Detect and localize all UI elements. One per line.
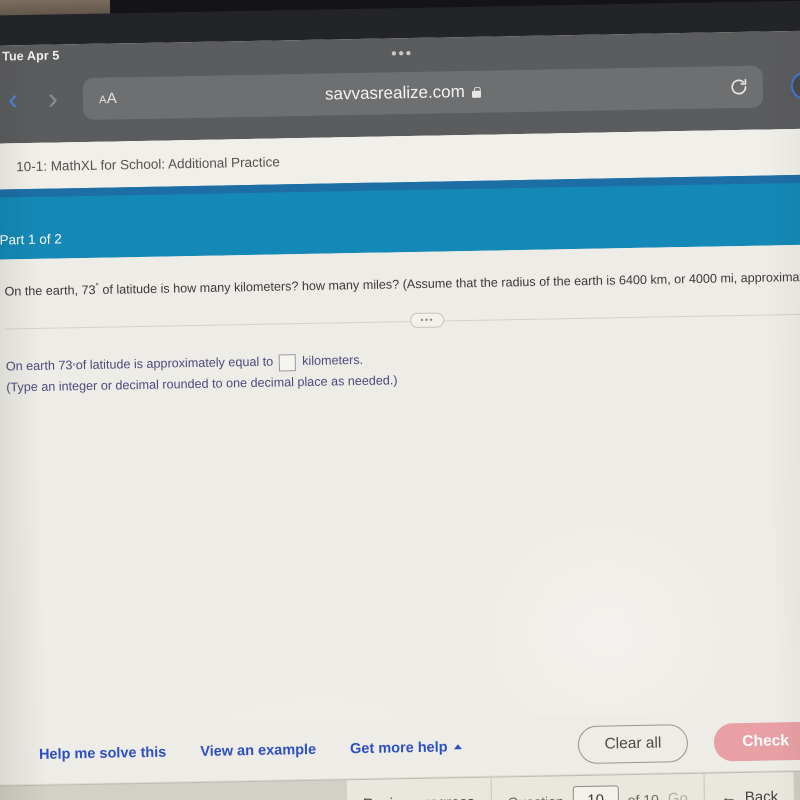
downloads-button[interactable] (779, 71, 800, 101)
help-me-solve-this-link[interactable]: Help me solve this (39, 744, 167, 762)
address-bar-url-row: savvasrealize.com (83, 77, 763, 109)
answer-text-mid: of latitude is approximately equal to (75, 355, 274, 373)
problem-divider: ••• (5, 306, 800, 337)
caret-up-icon (453, 744, 462, 750)
review-progress-button[interactable]: Review progress (345, 777, 492, 800)
question-statement: On the earth, 73° of latitude is how man… (4, 267, 800, 301)
answer-block: On earth 73 ° of latitude is approximatel… (6, 342, 800, 394)
help-me-solve-this-label: Help me solve this (38, 744, 167, 763)
status-bar-date: Tue Apr 5 (2, 48, 60, 64)
back-button[interactable]: ← Back (703, 772, 795, 800)
part-indicator: Part 1 of 2 (0, 231, 62, 248)
chevron-left-icon[interactable]: ‹ (0, 83, 33, 116)
view-an-example-label: View an example (200, 741, 317, 760)
tablet-screen: Tue Apr 5 ••• ‹ › AA savvasrealize.com 1… (0, 30, 800, 800)
answer-input[interactable] (279, 353, 297, 372)
address-bar-url: savvasrealize.com (324, 82, 465, 104)
help-row-spacer (496, 745, 578, 747)
review-progress-label: Review progress (363, 794, 475, 800)
get-more-help-label: Get more help (349, 738, 448, 757)
multitasking-dots-icon[interactable]: ••• (391, 45, 413, 62)
answer-text-pre: On earth 73 (5, 358, 73, 374)
go-button[interactable]: Go (668, 790, 688, 800)
divider-dots-icon[interactable]: ••• (410, 312, 445, 329)
address-bar[interactable]: AA savvasrealize.com (82, 65, 764, 121)
get-more-help-link[interactable]: Get more help (350, 739, 462, 757)
problem-area: On the earth, 73° of latitude is how man… (0, 244, 800, 395)
arrow-left-icon: ← (720, 788, 737, 800)
lock-icon (472, 86, 481, 97)
answer-text-post: kilometers. (302, 353, 364, 369)
question-label: Question (508, 793, 564, 800)
question-text-post: of latitude is how many kilometers? how … (98, 269, 800, 297)
page-body: 10-1: MathXL for School: Additional Prac… (0, 128, 800, 800)
chevron-right-icon[interactable]: › (33, 82, 74, 115)
reload-icon[interactable] (729, 77, 749, 97)
clear-all-button[interactable]: Clear all (577, 723, 689, 764)
text-size-button[interactable]: AA (99, 90, 118, 107)
divider-line (5, 314, 800, 330)
safari-browser-chrome: Tue Apr 5 ••• ‹ › AA savvasrealize.com (0, 30, 800, 144)
breadcrumb: 10-1: MathXL for School: Additional Prac… (16, 153, 280, 174)
question-navigator: Question 10 of 10 Go (490, 773, 705, 800)
tablet-photo: Tue Apr 5 ••• ‹ › AA savvasrealize.com 1… (0, 0, 800, 800)
download-arrow-icon (790, 71, 800, 101)
question-text-pre: On the earth, 73 (4, 283, 96, 299)
question-total-label: of 10 (627, 791, 659, 800)
view-an-example-link[interactable]: View an example (200, 741, 316, 759)
check-button[interactable]: Check (713, 721, 800, 762)
question-number-input[interactable]: 10 (572, 784, 619, 800)
back-label: Back (744, 788, 779, 800)
